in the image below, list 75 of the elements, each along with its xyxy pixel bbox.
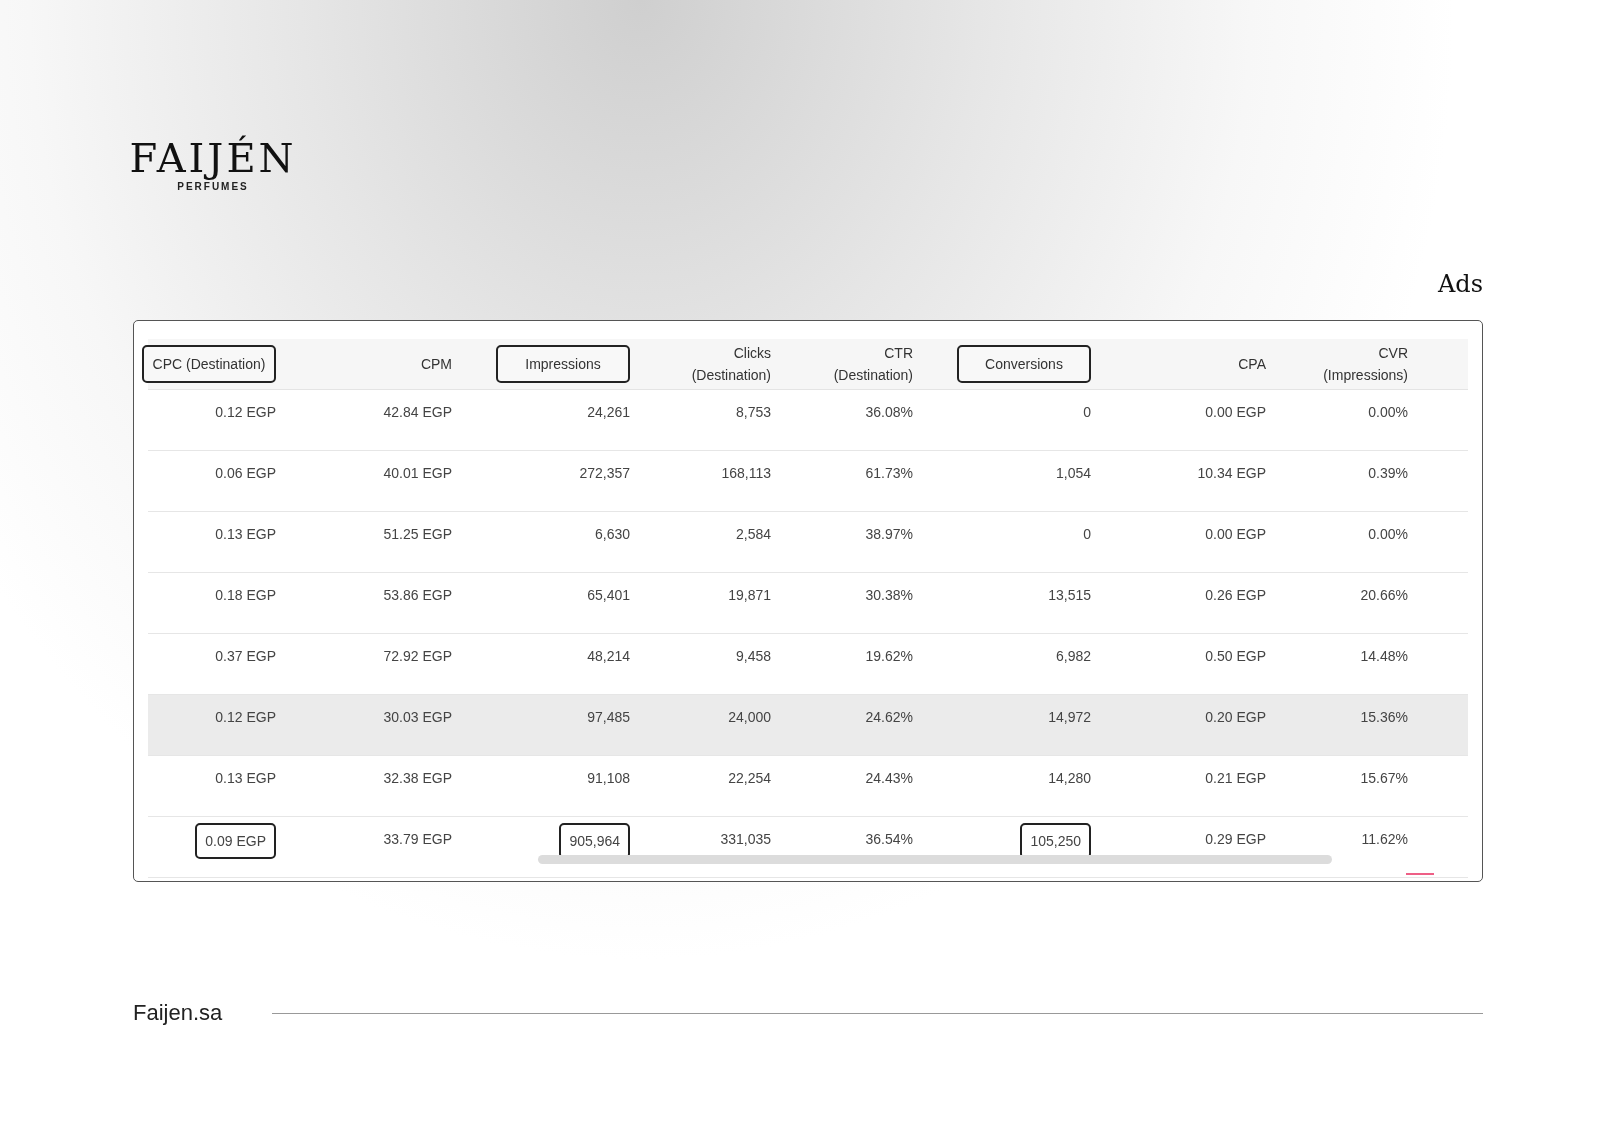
column-header: CPM — [420, 355, 452, 374]
table-cell-text: 2,584 — [735, 525, 771, 544]
table-cell-text: 19.62% — [865, 647, 913, 666]
table-cell-text: 168,113 — [721, 464, 771, 483]
column-header: CPC (Destination) — [142, 345, 276, 383]
table-cell-text: 53.86 EGP — [383, 586, 452, 605]
table-cell-text: 24.43% — [865, 769, 913, 788]
table-cell-text: 24,261 — [587, 403, 630, 422]
table-cell-text: 0.00% — [1368, 403, 1408, 422]
table-cell-text: 91,108 — [587, 769, 630, 788]
table-cell-text: 0 — [1083, 403, 1091, 422]
table-cell-text: 0.37 EGP — [215, 647, 276, 666]
table-cell-text: 19,871 — [728, 586, 771, 605]
table-cell: 0.09 EGP — [195, 823, 276, 859]
table-cell-text: 0 — [1083, 525, 1091, 544]
scroll-indicator — [1406, 873, 1434, 875]
table-cell-text: 6,982 — [1055, 647, 1091, 666]
scrollbar[interactable] — [538, 855, 1332, 864]
table-cell-text: 0.20 EGP — [1205, 708, 1266, 727]
column-header: Clicks (Destination) — [690, 344, 771, 385]
table-cell-text: 14,280 — [1048, 769, 1091, 788]
column-header: Impressions — [496, 345, 630, 383]
table-cell-text: 38.97% — [865, 525, 913, 544]
table-cell-text: 0.00% — [1368, 525, 1408, 544]
table-cell-text: 24.62% — [865, 708, 913, 727]
table-cell-text: 0.13 EGP — [215, 769, 276, 788]
table-cell-text: 0.39% — [1368, 464, 1408, 483]
website-label: Faijen.sa — [133, 1000, 223, 1026]
table-cell-text: 0.12 EGP — [215, 708, 276, 727]
table-cell-text: 272,357 — [579, 464, 630, 483]
table-cell-text: 15.36% — [1360, 708, 1408, 727]
table-cell-text: 36.54% — [865, 830, 913, 849]
brand-tagline: PERFUMES — [177, 181, 249, 192]
column-header: CPA — [1238, 355, 1266, 374]
table-cell-text: 0.18 EGP — [215, 586, 276, 605]
table-cell-text: 13,515 — [1048, 586, 1091, 605]
table-cell-text: 32.38 EGP — [383, 769, 452, 788]
table-cell-text: 24,000 — [728, 708, 771, 727]
table-cell-text: 0.50 EGP — [1205, 647, 1266, 666]
table-cell-text: 0.21 EGP — [1205, 769, 1266, 788]
table-cell-text: 20.66% — [1360, 586, 1408, 605]
table-cell-text: 0.29 EGP — [1205, 830, 1266, 849]
table-cell-text: 30.38% — [865, 586, 913, 605]
table-cell-text: 8,753 — [735, 403, 771, 422]
table-cell-text: 33.79 EGP — [383, 830, 452, 849]
table-cell-text: 72.92 EGP — [383, 647, 452, 666]
table-cell-text: 6,630 — [594, 525, 630, 544]
table-cell-text: 15.67% — [1360, 769, 1408, 788]
table-cell-text: 11.62% — [1361, 830, 1408, 849]
table-cell-text: 97,485 — [587, 708, 630, 727]
table-cell-text: 0.06 EGP — [215, 464, 276, 483]
table-cell-text: 0.13 EGP — [215, 525, 276, 544]
table-cell-text: 48,214 — [587, 647, 630, 666]
column-header: CTR (Destination) — [832, 344, 913, 385]
table-cell-text: 51.25 EGP — [383, 525, 452, 544]
table-cell-text: 10.34 EGP — [1197, 464, 1266, 483]
table-cell-text: 0.12 EGP — [215, 403, 276, 422]
table-cell-text: 36.08% — [865, 403, 913, 422]
table-cell-text: 0.26 EGP — [1205, 586, 1266, 605]
table-cell-text: 1,054 — [1055, 464, 1091, 483]
column-header: Conversions — [957, 345, 1091, 383]
table-cell-text: 42.84 EGP — [383, 403, 452, 422]
table-cell-text: 14.48% — [1360, 647, 1408, 666]
table-cell-text: 9,458 — [735, 647, 771, 666]
table-cell-text: 65,401 — [587, 586, 630, 605]
column-header: CVR (Impressions) — [1322, 344, 1408, 385]
table-cell-text: 14,972 — [1048, 708, 1091, 727]
section-title: Ads — [1438, 270, 1483, 298]
table-cell-text: 40.01 EGP — [383, 464, 452, 483]
table-cell-text: 331,035 — [720, 830, 771, 849]
table-cell-text: 22,254 — [728, 769, 771, 788]
table-cell-text: 61.73% — [865, 464, 913, 483]
table-cell-text: 0.00 EGP — [1205, 525, 1266, 544]
table-cell-text: 0.00 EGP — [1205, 403, 1266, 422]
table-cell-text: 30.03 EGP — [383, 708, 452, 727]
